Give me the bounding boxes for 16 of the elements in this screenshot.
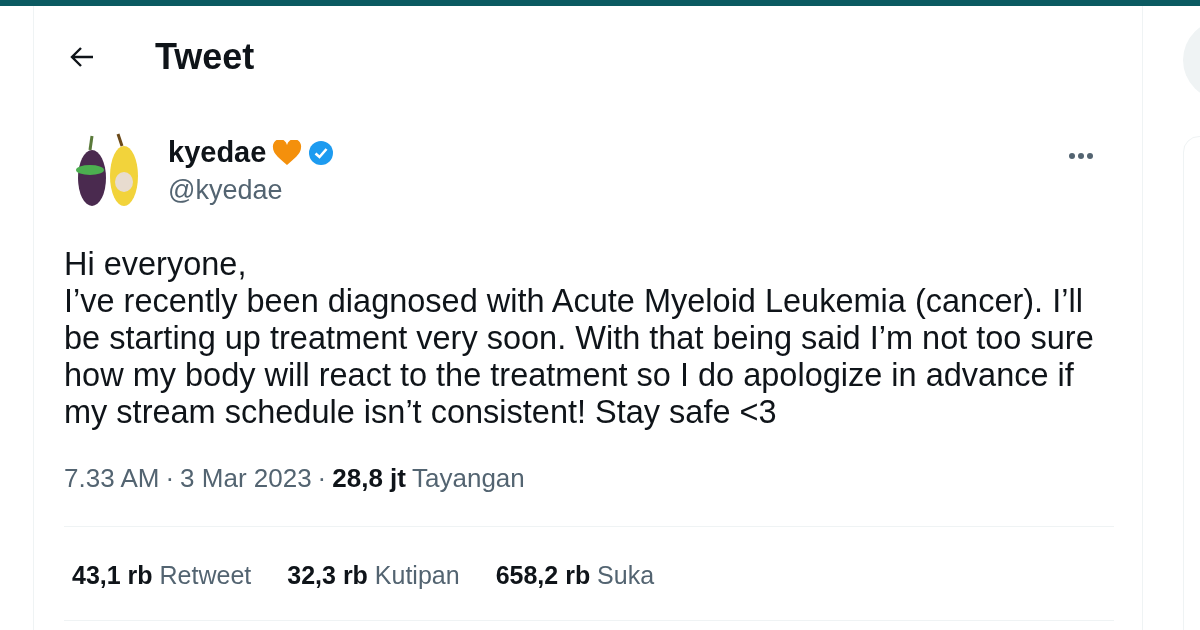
stat-link[interactable]: 32,3 rb Kutipan xyxy=(287,561,460,590)
author-handle[interactable]: @kyedae xyxy=(168,175,1068,206)
views-count: 28,8 jt xyxy=(332,463,406,494)
separator-dot: · xyxy=(165,463,175,494)
tweet-text: Hi everyone, I’ve recently been diagnosed with Acute Myeloid Leukemia (cancer). I’ll be starting up treatment very soon. With that being said I’m not too sure how my body will react to the treatment so I do apologize in advance if my stream schedule isn’t consistent! Stay safe <3 xyxy=(64,246,1095,431)
stat-link[interactable]: 43,1 rb Retweet xyxy=(72,561,252,590)
author-name[interactable]: kyedae xyxy=(168,136,267,169)
tweet-time[interactable]: 7.33 AM xyxy=(64,463,160,494)
heart-icon xyxy=(272,139,303,166)
stat-link[interactable]: 658,2 rb Suka xyxy=(495,561,655,590)
views-label: Tayangan xyxy=(412,463,525,494)
separator-dot: · xyxy=(317,463,327,494)
page-title: Tweet xyxy=(155,36,255,78)
back-arrow-icon[interactable] xyxy=(69,46,95,68)
tweet-date[interactable]: 3 Mar 2023 xyxy=(180,463,312,494)
more-options-icon[interactable] xyxy=(1068,152,1094,160)
